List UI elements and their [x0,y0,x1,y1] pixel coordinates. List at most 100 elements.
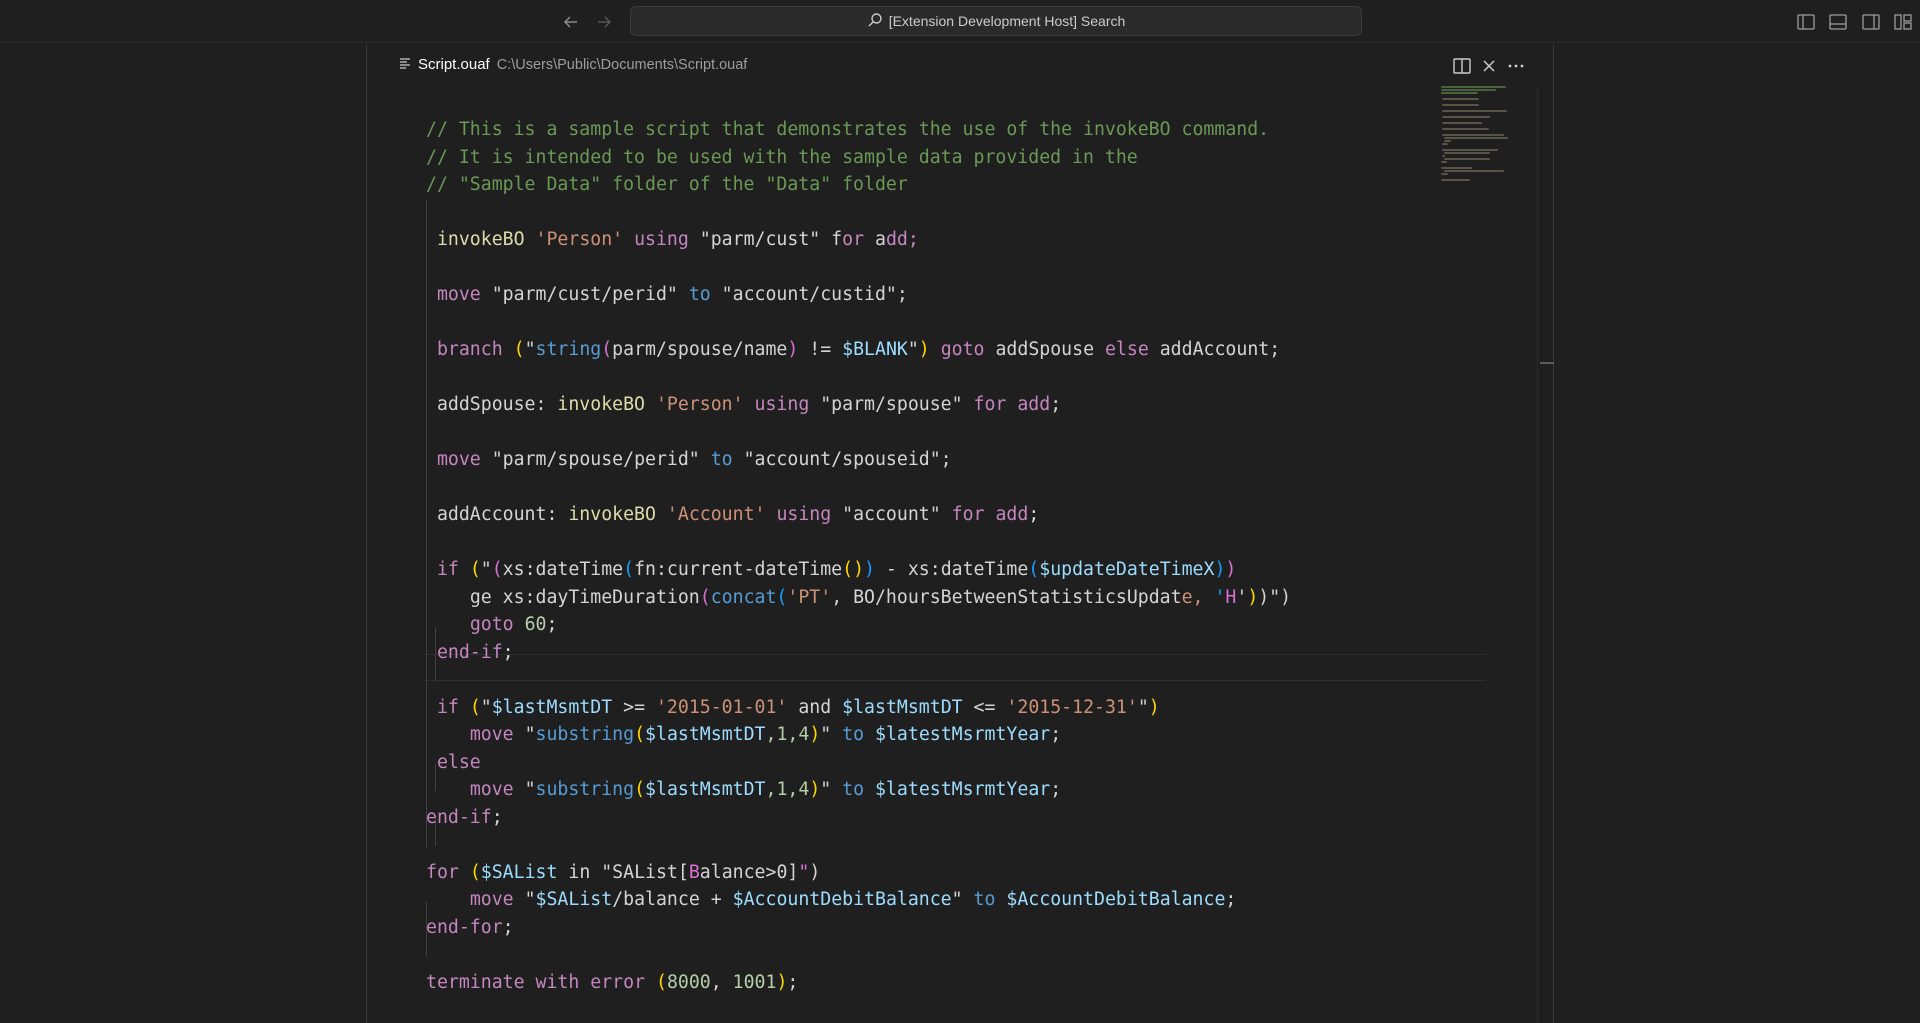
code-token: $lastMsmtDT [842,696,963,718]
editor-group: Script.ouaf C:\Users\Public\Documents\Sc… [366,44,1554,1023]
code-token: invokeBO [557,394,646,415]
code-token: 60 [524,614,547,635]
code-token: ; [1050,724,1062,745]
code-line: move "substring($lastMsmtDT,1,4)" to $la… [426,721,1486,749]
toggle-panel-icon[interactable] [1826,10,1850,34]
code-token: ,1,4 [765,779,810,800]
more-actions-icon[interactable] [1505,55,1527,77]
code-token: "account" [831,504,952,525]
code-token: $AccountDebitBalance [732,889,952,910]
code-token: ; [787,971,799,993]
code-token: addSpouse: [436,394,547,415]
editor-tab[interactable]: Script.ouaf C:\Users\Public\Documents\Sc… [399,56,747,73]
code-token: to [973,889,996,910]
minimap-line [1441,155,1445,157]
code-token: $latestMsrmtYear [875,779,1051,800]
code-token: ( [1028,559,1040,580]
arrow-left-icon[interactable] [558,9,584,35]
code-token: // This is a sample script that demonstr… [426,119,1270,140]
code-token: move [436,449,481,470]
code-token: ) [864,559,875,580]
code-line: branch ("string(parm/spouse/name) != $BL… [426,336,1486,364]
minimap[interactable] [1441,86,1517,181]
code-token: ( [469,559,481,580]
minimap-line [1441,161,1447,163]
code-token: ) [1225,559,1237,580]
code-token: $lastMsmtDT [491,696,613,718]
code-token: goto [940,339,985,360]
code-token: e, [1181,586,1215,608]
code-token: $SAList [535,889,613,910]
code-token: ,1,4 [765,724,810,745]
code-token: $updateDateTimeX [1039,559,1215,580]
code-editor[interactable]: // This is a sample script that demonstr… [426,116,1486,996]
minimap-line [1441,89,1496,91]
code-token: to [688,284,711,305]
code-token: ) [918,339,930,360]
code-token: xs:dateTime [502,559,624,580]
toggle-secondary-sidebar-icon[interactable] [1859,10,1883,34]
file-lines-icon [399,56,411,73]
arrow-right-icon[interactable] [591,9,617,35]
code-token: ; [491,806,503,828]
code-token: using [754,394,810,415]
split-editor-icon[interactable] [1451,55,1473,77]
code-token: end-if [426,806,492,828]
code-token: H [1225,586,1237,608]
vertical-scrollbar[interactable] [1537,86,1553,1023]
code-line: invokeBO 'Person' using "parm/cust" for … [426,226,1486,254]
code-token: if [436,696,459,718]
code-token: fn:current-dateTime [634,559,843,580]
code-token: ( [623,559,635,580]
code-token: for [426,861,459,883]
code-token: // It is intended to be used with the sa… [426,146,1138,168]
code-line: end-for; [426,914,1486,942]
code-line: addSpouse: invokeBO 'Person' using "parm… [426,391,1486,419]
minimap-line [1444,158,1491,160]
code-token: ) [1247,586,1259,608]
minimap-line [1441,134,1504,136]
code-token: '2015-12-31' [1006,696,1138,718]
minimap-line [1441,86,1506,88]
code-token: B [688,861,700,883]
code-token: " [798,861,810,883]
code-token: 8000 [666,971,711,993]
customize-layout-icon[interactable] [1891,10,1915,34]
code-token: ( [634,724,646,745]
code-token: () [842,559,865,580]
code-token: to [842,724,865,745]
code-token: for [951,504,985,525]
code-token: ; [546,614,558,635]
code-token: '2015-01-01' [655,696,788,718]
close-icon[interactable] [1478,55,1500,77]
code-line: else [426,749,1486,777]
code-token: or [842,229,875,250]
code-token: "account/custid" [710,284,897,305]
command-center-search[interactable]: [Extension Development Host] Search [630,6,1362,36]
toggle-primary-sidebar-icon[interactable] [1794,10,1818,34]
code-token: string [535,339,602,360]
code-token: a [875,229,886,250]
code-line: if ("$lastMsmtDT >= '2015-01-01' and $la… [426,694,1486,722]
minimap-line [1441,98,1479,100]
code-token: 'Person' [655,394,744,415]
minimap-line [1441,179,1470,181]
minimap-line [1441,143,1448,145]
code-token: end-if [436,641,503,663]
code-token: ; [1028,504,1040,525]
